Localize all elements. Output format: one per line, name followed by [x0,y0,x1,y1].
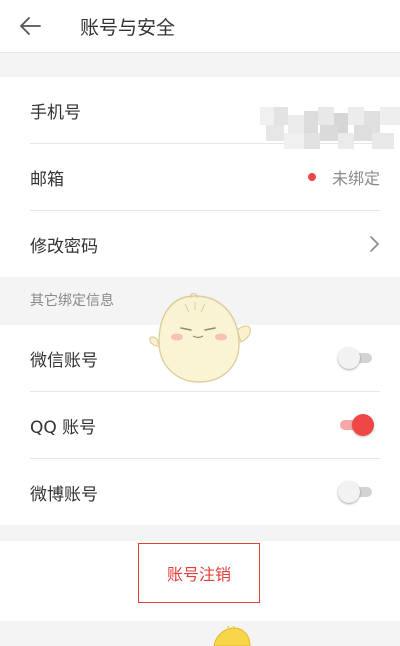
logout-area: 账号注销 [0,541,400,621]
phone-row[interactable]: 手机号 [30,77,400,149]
back-button[interactable] [0,0,60,52]
email-label: 邮箱 [30,169,64,190]
unbound-dot-icon [307,173,316,181]
weibo-label: 微博账号 [30,484,98,505]
phone-label: 手机号 [30,102,81,123]
qq-row: QQ 账号 [30,392,380,459]
weibo-toggle[interactable] [338,481,374,503]
wechat-row: 微信账号 [30,325,380,392]
weibo-row: 微博账号 [30,459,380,525]
wechat-label: 微信账号 [30,350,98,371]
chevron-right-icon [370,236,379,252]
email-status: 未绑定 [331,169,380,188]
change-password-row[interactable]: 修改密码 [30,211,380,277]
account-logout-button[interactable]: 账号注销 [138,543,260,603]
email-row[interactable]: 邮箱 未绑定 [30,144,380,211]
arrow-left-icon [20,17,41,35]
account-section: 手机号 邮箱 未绑定 修改密码 [0,77,400,277]
qq-toggle[interactable] [338,414,374,436]
app-header: 账号与安全 [0,0,400,53]
mascot-peek-icon [213,626,251,646]
page-title: 账号与安全 [80,16,176,39]
change-password-label: 修改密码 [30,236,98,257]
qq-label: QQ 账号 [30,417,97,438]
wechat-toggle[interactable] [338,347,374,369]
bindings-section: 微信账号 QQ 账号 微博账号 [0,325,400,525]
other-bindings-title: 其它绑定信息 [0,277,400,325]
